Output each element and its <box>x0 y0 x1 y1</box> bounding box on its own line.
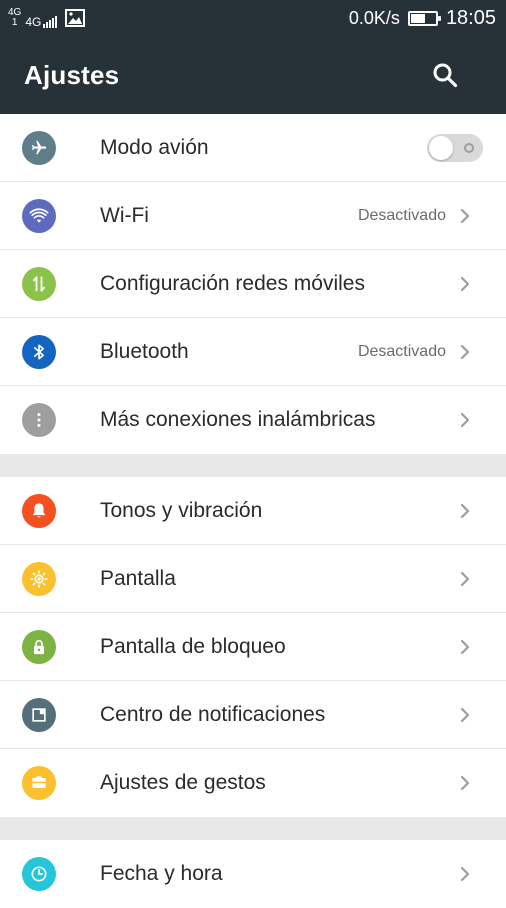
notification-icon <box>22 697 56 732</box>
settings-item-value: Desactivado <box>357 206 446 224</box>
settings-item-value: Desactivado <box>357 342 446 360</box>
bell-icon <box>22 493 56 528</box>
app-bar: Ajustes <box>0 36 506 114</box>
settings-item-label: Modo avión <box>100 135 209 159</box>
battery-icon <box>407 10 441 26</box>
chevron-right-icon <box>460 503 470 518</box>
settings-item-label: Wi-Fi <box>100 203 149 227</box>
signal-indicator: 4G 1 4G <box>8 8 58 29</box>
settings-item-more-vertical[interactable]: Más conexiones inalámbricas <box>0 386 506 454</box>
settings-item-label: Pantalla <box>100 566 176 590</box>
settings-item-notification[interactable]: Centro de notificaciones <box>0 681 506 749</box>
settings-item-label: Bluetooth <box>100 339 189 363</box>
settings-group: Tonos y vibración Pantalla Pantalla de blo… <box>0 477 506 817</box>
airplane-mode-toggle[interactable] <box>427 133 483 162</box>
chevron-right-icon <box>460 707 470 722</box>
chevron-right-icon <box>460 276 470 291</box>
settings-item-mobile-data[interactable]: Configuración redes móviles <box>0 250 506 318</box>
clock-icon <box>22 857 56 891</box>
chevron-right-icon <box>460 639 470 654</box>
signal-bars-icon <box>43 16 58 28</box>
airplane-icon <box>22 130 56 165</box>
settings-item-label: Ajustes de gestos <box>100 771 266 794</box>
chevron-right-icon <box>460 208 470 223</box>
mobile-data-icon <box>22 266 56 301</box>
settings-item-brightness[interactable]: Pantalla <box>0 545 506 613</box>
settings-group: Modo avión Wi-Fi Desactivado Configuración … <box>0 114 506 454</box>
status-bar: 4G 1 4G 0.0K/s 18:05 <box>0 0 506 36</box>
settings-item-bell[interactable]: Tonos y vibración <box>0 477 506 545</box>
settings-item-bluetooth[interactable]: Bluetooth Desactivado <box>0 318 506 386</box>
wifi-icon <box>22 198 56 233</box>
settings-item-label: Configuración redes móviles <box>100 271 365 295</box>
settings-item-label: Pantalla de bloqueo <box>100 634 286 658</box>
search-icon[interactable] <box>432 62 458 88</box>
settings-item-label: Centro de notificaciones <box>100 702 326 726</box>
chevron-right-icon <box>460 412 470 428</box>
image-notification-icon <box>65 9 86 27</box>
brightness-icon <box>22 561 56 596</box>
chevron-right-icon <box>460 344 470 359</box>
settings-item-wifi[interactable]: Wi-Fi Desactivado <box>0 182 506 250</box>
section-divider <box>0 817 506 840</box>
chevron-right-icon <box>460 866 470 882</box>
settings-item-label: Fecha y hora <box>100 862 223 885</box>
settings-item-label: Más conexiones inalámbricas <box>100 408 376 431</box>
settings-item-lock[interactable]: Pantalla de bloqueo <box>0 613 506 681</box>
settings-group: Fecha y hora <box>0 840 506 908</box>
settings-list: Modo avión Wi-Fi Desactivado Configuración … <box>0 114 506 908</box>
settings-item-gesture[interactable]: Ajustes de gestos <box>0 749 506 817</box>
network-speed: 0.0K/s <box>348 7 400 28</box>
clock: 18:05 <box>445 6 496 29</box>
page-title: Ajustes <box>24 59 120 90</box>
bluetooth-icon <box>22 334 56 369</box>
network-type-label: 4G <box>25 15 42 29</box>
sim-slot-label: 1 <box>11 17 18 28</box>
settings-item-label: Tonos y vibración <box>100 498 263 522</box>
chevron-right-icon <box>460 775 470 791</box>
more-vertical-icon <box>22 403 56 437</box>
settings-item-clock[interactable]: Fecha y hora <box>0 840 506 908</box>
chevron-right-icon <box>460 571 470 586</box>
gesture-icon <box>22 766 56 800</box>
settings-item-airplane[interactable]: Modo avión <box>0 114 506 182</box>
section-divider <box>0 454 506 477</box>
lock-icon <box>22 629 56 664</box>
